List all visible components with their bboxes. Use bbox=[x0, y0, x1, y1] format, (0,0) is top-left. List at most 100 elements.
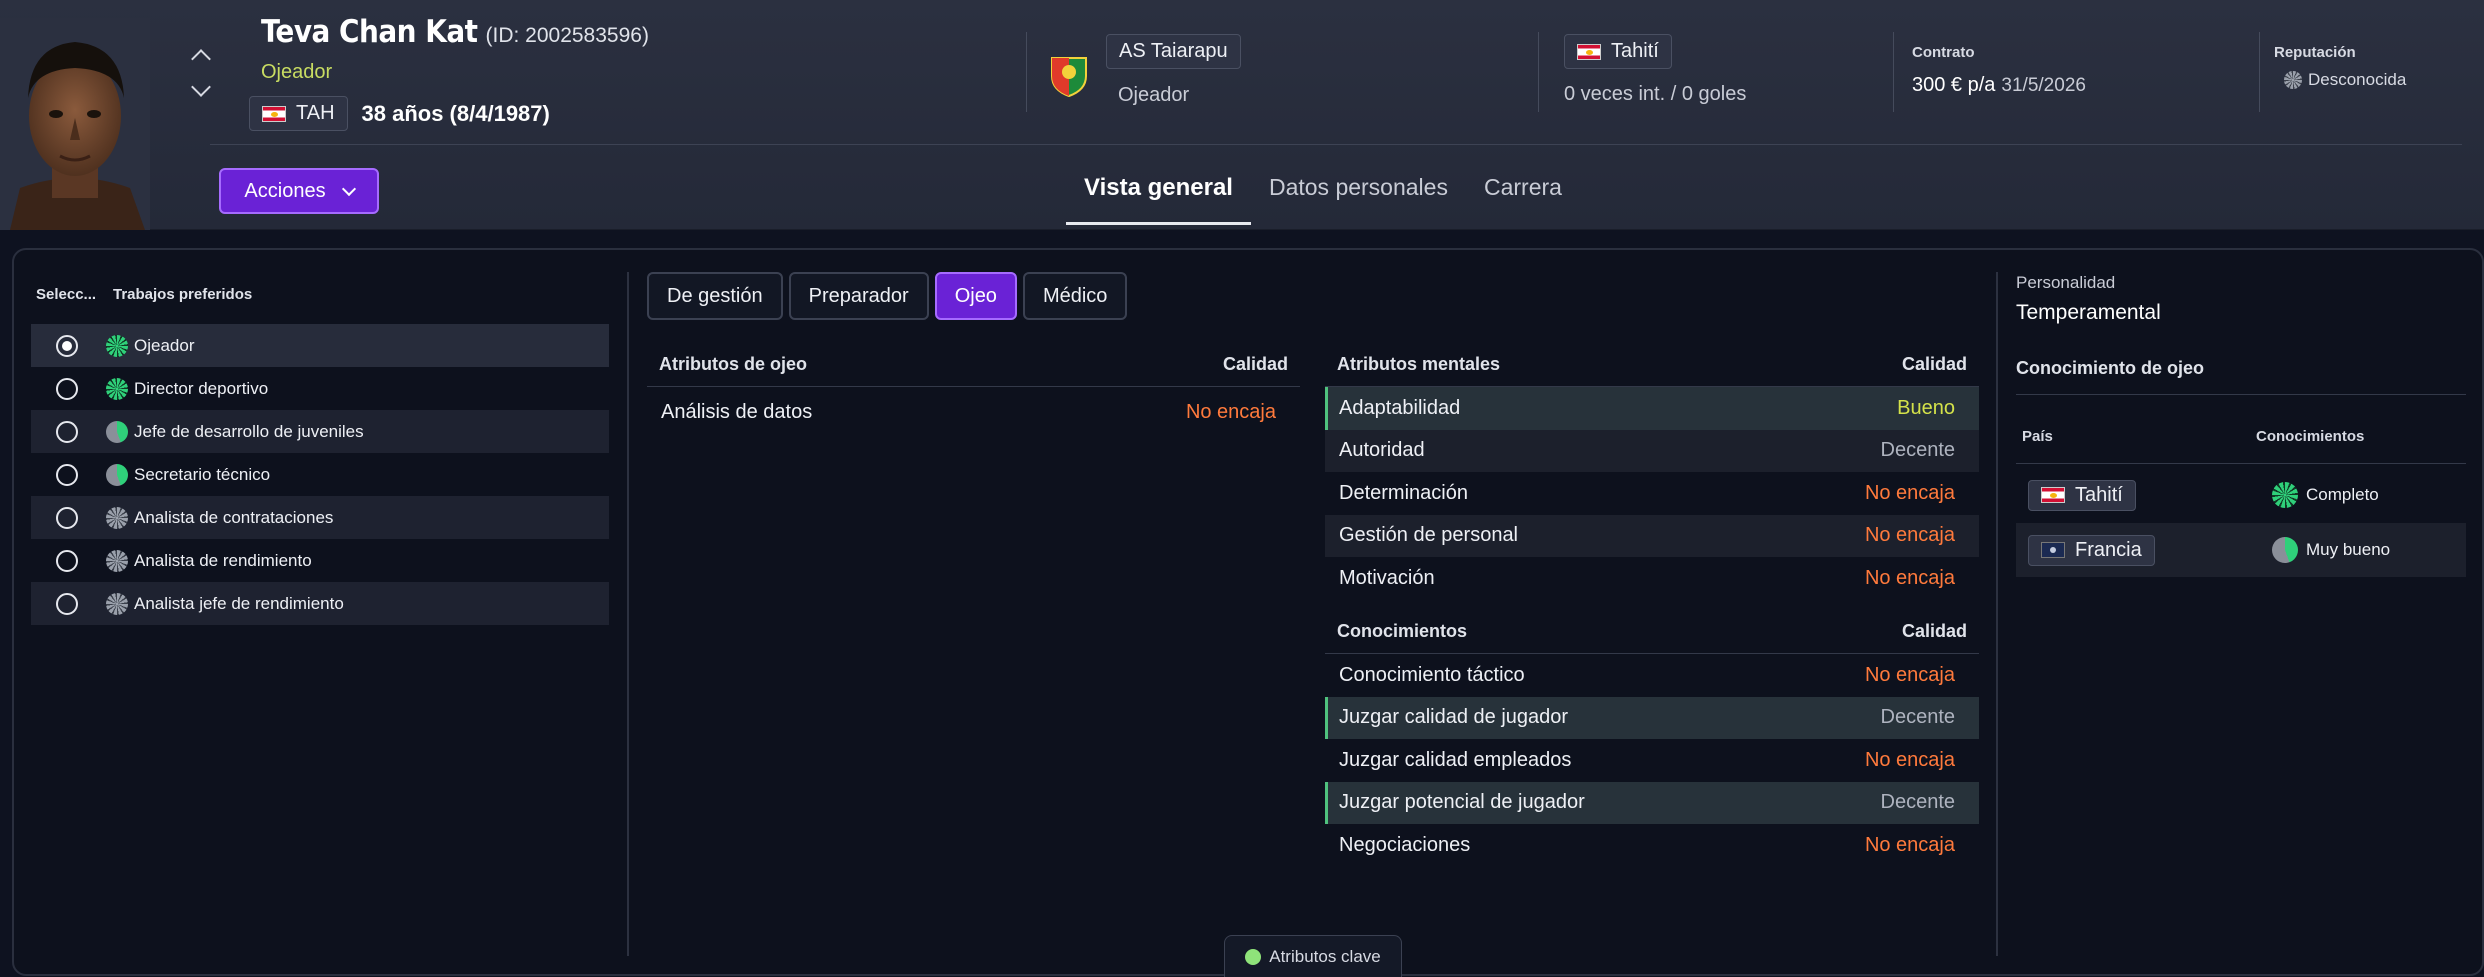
reputation-text: Desconocida bbox=[2308, 70, 2407, 89]
radio-button[interactable] bbox=[56, 420, 78, 443]
knowledge-level: Completo bbox=[2272, 482, 2379, 508]
attribute-name: Motivación bbox=[1339, 566, 1435, 589]
job-label: Secretario técnico bbox=[134, 464, 271, 484]
suitability-dial-icon bbox=[106, 506, 128, 529]
contract-wage: 300 € p/a bbox=[1912, 74, 1996, 96]
attribute-quality: Decente bbox=[1880, 706, 1956, 729]
job-label: Ojeador bbox=[134, 335, 195, 355]
table-row[interactable]: Autoridad Decente bbox=[1325, 429, 1979, 472]
staff-portrait bbox=[0, 18, 150, 230]
table-title: Conocimientos bbox=[1337, 621, 1468, 641]
radio-button[interactable] bbox=[56, 377, 78, 400]
club-name: AS Taiarapu bbox=[1119, 40, 1228, 62]
radio-button[interactable] bbox=[56, 334, 78, 357]
nationality-row: TAH 38 años (8/4/1987) bbox=[249, 96, 550, 131]
attribute-name: Análisis de datos bbox=[661, 400, 813, 423]
radio-button[interactable] bbox=[56, 549, 78, 572]
tahiti-flag-icon bbox=[1577, 43, 1601, 60]
attribute-name: Negociaciones bbox=[1339, 833, 1471, 856]
suitability-dial-icon bbox=[106, 334, 128, 357]
national-team-chip[interactable]: Tahití bbox=[1564, 34, 1672, 69]
country-name: Tahití bbox=[2075, 483, 2123, 506]
actions-button[interactable]: Acciones bbox=[219, 168, 379, 214]
attribute-name: Adaptabilidad bbox=[1339, 396, 1461, 419]
table-row[interactable]: Gestión de personal No encaja bbox=[1325, 514, 1979, 557]
list-item[interactable]: Analista jefe de rendimiento bbox=[31, 582, 609, 625]
preferred-jobs-list: Ojeador Director deportivo Jefe de desar… bbox=[31, 324, 609, 625]
staff-id: (ID: 2002583596) bbox=[485, 24, 649, 47]
divider bbox=[2016, 463, 2466, 464]
table-row[interactable]: Juzgar calidad de jugador Decente bbox=[1325, 696, 1979, 739]
country-chip[interactable]: Francia bbox=[2028, 534, 2155, 566]
table-row[interactable]: Negociaciones No encaja bbox=[1325, 824, 1979, 867]
jobs-column-header[interactable]: Trabajos preferidos bbox=[113, 286, 252, 303]
chevron-down-icon bbox=[341, 181, 356, 196]
attribute-name: Conocimiento táctico bbox=[1339, 663, 1525, 686]
table-row[interactable]: Adaptabilidad Bueno bbox=[1325, 387, 1979, 430]
table-row[interactable]: Determinación No encaja bbox=[1325, 472, 1979, 515]
attribute-quality: Decente bbox=[1880, 439, 1956, 462]
country-chip[interactable]: Tahití bbox=[2028, 479, 2136, 511]
knowledge-column-header[interactable]: Conocimientos bbox=[2256, 428, 2364, 445]
tab-scouting[interactable]: Ojeo bbox=[934, 272, 1017, 320]
select-column-header[interactable]: Selecc... bbox=[36, 286, 96, 303]
tab-career[interactable]: Carrera bbox=[1466, 168, 1580, 225]
attribute-category-tabs: De gestión Preparador Ojeo Médico bbox=[647, 272, 1128, 320]
radio-button[interactable] bbox=[56, 592, 78, 615]
nation-chip[interactable]: TAH bbox=[249, 96, 348, 131]
table-row[interactable]: Motivación No encaja bbox=[1325, 557, 1979, 600]
key-attributes-toggle[interactable]: Atributos clave bbox=[1224, 935, 1402, 977]
list-item[interactable]: Analista de contrataciones bbox=[31, 496, 609, 539]
table-row[interactable]: Juzgar potencial de jugador Decente bbox=[1325, 781, 1979, 824]
suitability-dial-icon bbox=[106, 592, 128, 615]
list-item[interactable]: Director deportivo bbox=[31, 367, 609, 410]
table-header: Atributos de ojeo Calidad bbox=[647, 343, 1300, 387]
personality-label: Personalidad bbox=[2016, 273, 2116, 292]
list-item[interactable]: Jefe de desarrollo de juveniles bbox=[31, 410, 609, 453]
header-divider bbox=[1026, 32, 1027, 112]
tab-personal-data[interactable]: Datos personales bbox=[1251, 168, 1466, 225]
club-badge-icon[interactable] bbox=[1046, 52, 1092, 103]
legend-dot-icon bbox=[1245, 948, 1262, 965]
attribute-quality: Bueno bbox=[1897, 396, 1955, 419]
attribute-quality: No encaja bbox=[1864, 481, 1955, 504]
tab-management[interactable]: De gestión bbox=[647, 272, 783, 320]
tab-medical[interactable]: Médico bbox=[1022, 272, 1128, 320]
tahiti-flag-icon bbox=[2041, 487, 2065, 503]
table-row[interactable]: Francia Muy bueno bbox=[2016, 523, 2466, 577]
quality-column-header[interactable]: Calidad bbox=[1223, 354, 1288, 375]
country-column-header[interactable]: País bbox=[2022, 428, 2053, 445]
header-divider bbox=[1893, 32, 1894, 112]
knowledge-attributes-table: Conocimientos Calidad Conocimiento tácti… bbox=[1325, 610, 1979, 867]
scout-knowledge-title: Conocimiento de ojeo bbox=[2016, 358, 2205, 378]
international-caps: 0 veces int. / 0 goles bbox=[1564, 83, 1747, 105]
radio-button[interactable] bbox=[56, 506, 78, 529]
tab-overview[interactable]: Vista general bbox=[1066, 168, 1251, 225]
reputation-value: Desconocida bbox=[2284, 70, 2406, 90]
chevron-up-icon[interactable] bbox=[191, 49, 211, 69]
knowledge-level-text: Completo bbox=[2306, 485, 2379, 504]
actions-label: Acciones bbox=[244, 179, 326, 202]
quality-column-header[interactable]: Calidad bbox=[1902, 621, 1967, 642]
attribute-name: Juzgar calidad de jugador bbox=[1339, 706, 1569, 729]
list-item[interactable]: Ojeador bbox=[31, 324, 609, 367]
radio-button[interactable] bbox=[56, 463, 78, 486]
table-row[interactable]: Tahití Completo bbox=[2016, 468, 2466, 522]
country-name: Francia bbox=[2075, 538, 2142, 561]
table-row[interactable]: Análisis de datos No encaja bbox=[647, 387, 1300, 437]
quality-column-header[interactable]: Calidad bbox=[1902, 354, 1967, 375]
list-item[interactable]: Secretario técnico bbox=[31, 453, 609, 496]
tab-coaching[interactable]: Preparador bbox=[788, 272, 929, 320]
profile-tabs: Vista general Datos personales Carrera bbox=[1066, 168, 1580, 225]
chevron-down-icon[interactable] bbox=[191, 77, 211, 97]
list-item[interactable]: Analista de rendimiento bbox=[31, 539, 609, 582]
table-row[interactable]: Juzgar calidad empleados No encaja bbox=[1325, 739, 1979, 782]
column-divider bbox=[627, 272, 629, 956]
column-divider bbox=[1996, 272, 1998, 956]
attribute-quality: No encaja bbox=[1864, 748, 1955, 771]
club-chip[interactable]: AS Taiarapu bbox=[1106, 34, 1241, 69]
profile-header: Teva Chan Kat (ID: 2002583596) Ojeador T… bbox=[0, 0, 2484, 230]
job-label: Jefe de desarrollo de juveniles bbox=[134, 421, 364, 441]
table-row[interactable]: Conocimiento táctico No encaja bbox=[1325, 654, 1979, 697]
reputation-dial-icon bbox=[2284, 71, 2302, 89]
